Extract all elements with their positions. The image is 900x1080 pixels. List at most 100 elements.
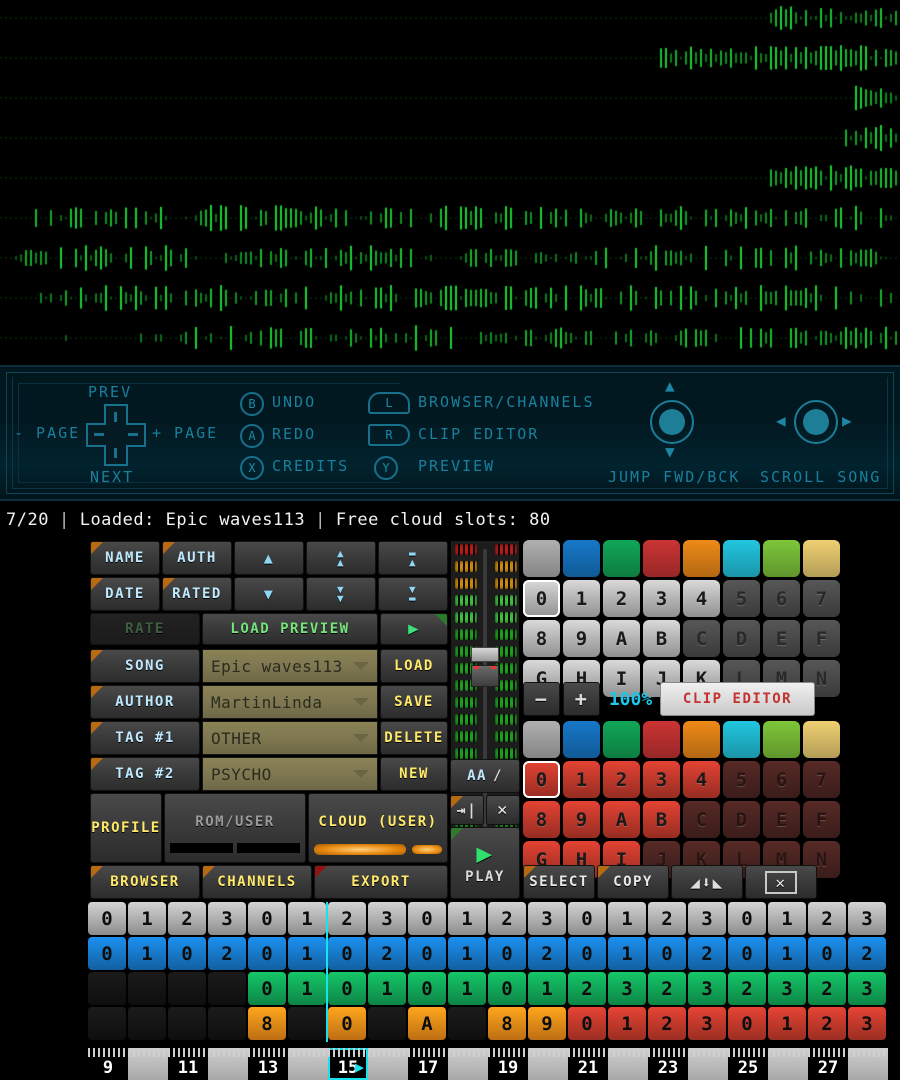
- seq-cell[interactable]: [168, 1007, 206, 1040]
- seq-cell[interactable]: 2: [648, 972, 686, 1005]
- sort-name-button[interactable]: NAME: [90, 541, 160, 575]
- seq-cell[interactable]: 0: [408, 937, 446, 970]
- chevron-down-icon[interactable]: [353, 662, 369, 670]
- seq-cell[interactable]: 1: [288, 972, 326, 1005]
- seq-cell[interactable]: 0: [328, 972, 366, 1005]
- seq-cell[interactable]: 2: [528, 937, 566, 970]
- seq-cell[interactable]: 0: [248, 902, 286, 935]
- pad-color-row[interactable]: [523, 721, 840, 758]
- scroll-down-button[interactable]: ▼: [234, 577, 304, 611]
- author-label-button[interactable]: AUTHOR: [90, 685, 200, 719]
- seq-cell[interactable]: 0: [88, 937, 126, 970]
- seq-cell[interactable]: 0: [648, 937, 686, 970]
- profile-button[interactable]: PROFILE: [90, 793, 162, 863]
- upper-pad-E[interactable]: E: [763, 620, 800, 657]
- pad-color-7[interactable]: [803, 721, 840, 758]
- seq-cell[interactable]: 3: [528, 902, 566, 935]
- seq-cell[interactable]: A: [408, 1007, 446, 1040]
- lower-pad-4[interactable]: 4: [683, 761, 720, 798]
- clear-step-button[interactable]: ✕: [486, 795, 520, 825]
- seq-cell[interactable]: [128, 1007, 166, 1040]
- seq-cell[interactable]: 0: [408, 902, 446, 935]
- button-y-icon[interactable]: Y: [374, 456, 398, 480]
- master-fader-knob[interactable]: [471, 647, 499, 699]
- chevron-down-icon[interactable]: [353, 734, 369, 742]
- pad-color-2[interactable]: [603, 540, 640, 577]
- seq-cell[interactable]: 1: [448, 972, 486, 1005]
- zoom-out-button[interactable]: −: [523, 682, 560, 716]
- paste-button[interactable]: ◢⬇◣: [671, 865, 743, 899]
- button-b-icon[interactable]: B: [240, 392, 264, 416]
- seq-cell[interactable]: 1: [368, 972, 406, 1005]
- preview-play-button[interactable]: ▶: [380, 613, 448, 645]
- seq-cell[interactable]: 0: [328, 1007, 366, 1040]
- seq-cell[interactable]: 1: [128, 902, 166, 935]
- step-into-button[interactable]: ⇥|: [450, 795, 484, 825]
- pad-color-0[interactable]: [523, 721, 560, 758]
- upper-pad-D[interactable]: D: [723, 620, 760, 657]
- lower-pad-7[interactable]: 7: [803, 761, 840, 798]
- seq-cell[interactable]: 0: [568, 1007, 606, 1040]
- lower-row-0[interactable]: 01234567: [523, 761, 840, 798]
- timeline-mark[interactable]: 25: [728, 1048, 768, 1080]
- lower-pad-1[interactable]: 1: [563, 761, 600, 798]
- save-button[interactable]: SAVE: [380, 685, 448, 719]
- tag1-label-button[interactable]: TAG #1: [90, 721, 200, 755]
- scroll-up-button[interactable]: ▲: [234, 541, 304, 575]
- seq-cell[interactable]: 2: [648, 902, 686, 935]
- delete-clip-button[interactable]: ✕: [745, 865, 817, 899]
- upper-pad-A[interactable]: A: [603, 620, 640, 657]
- upper-pad-4[interactable]: 4: [683, 580, 720, 617]
- seq-cell[interactable]: 2: [168, 902, 206, 935]
- right-stick-icon[interactable]: [794, 400, 838, 444]
- seq-cell[interactable]: 0: [88, 902, 126, 935]
- lower-pad-6[interactable]: 6: [763, 761, 800, 798]
- seq-cell[interactable]: 3: [848, 902, 886, 935]
- sort-rated-button[interactable]: RATED: [162, 577, 232, 611]
- scroll-page-up-button[interactable]: ▲▲: [306, 541, 376, 575]
- row-green[interactable]: 0101010123232323: [88, 972, 886, 1005]
- seq-cell[interactable]: 3: [848, 1007, 886, 1040]
- seq-cell[interactable]: [128, 972, 166, 1005]
- pad-color-7[interactable]: [803, 540, 840, 577]
- copy-button[interactable]: COPY: [597, 865, 669, 899]
- song-name-field[interactable]: Epic waves113: [202, 649, 378, 683]
- seq-cell[interactable]: 2: [368, 937, 406, 970]
- timeline-mark[interactable]: 19: [488, 1048, 528, 1080]
- lower-pad-A[interactable]: A: [603, 801, 640, 838]
- lower-pad-E[interactable]: E: [763, 801, 800, 838]
- sort-date-button[interactable]: DATE: [90, 577, 160, 611]
- zoom-in-button[interactable]: +: [563, 682, 600, 716]
- seq-cell[interactable]: 0: [488, 937, 526, 970]
- tab-browser[interactable]: BROWSER: [90, 865, 200, 899]
- tag1-field[interactable]: OTHER: [202, 721, 378, 755]
- seq-cell[interactable]: [88, 972, 126, 1005]
- tab-channels[interactable]: CHANNELS: [202, 865, 312, 899]
- upper-pad-3[interactable]: 3: [643, 580, 680, 617]
- seq-cell[interactable]: 1: [608, 937, 646, 970]
- row-blue[interactable]: 01020102010201020102: [88, 937, 886, 970]
- seq-cell[interactable]: 3: [848, 972, 886, 1005]
- pad-color-1[interactable]: [563, 540, 600, 577]
- button-l-icon[interactable]: L: [368, 392, 410, 414]
- lower-pad-0[interactable]: 0: [523, 761, 560, 798]
- seq-cell[interactable]: 1: [768, 1007, 806, 1040]
- seq-cell[interactable]: 0: [168, 937, 206, 970]
- upper-pad-B[interactable]: B: [643, 620, 680, 657]
- seq-cell[interactable]: 0: [808, 937, 846, 970]
- pad-color-2[interactable]: [603, 721, 640, 758]
- select-button[interactable]: SELECT: [523, 865, 595, 899]
- lower-pad-D[interactable]: D: [723, 801, 760, 838]
- seq-cell[interactable]: 3: [688, 1007, 726, 1040]
- aa-button[interactable]: AA /: [450, 759, 520, 793]
- pad-color-row[interactable]: [523, 540, 840, 577]
- timeline-mark[interactable]: 15▶: [328, 1048, 368, 1080]
- upper-pad-1[interactable]: 1: [563, 580, 600, 617]
- seq-cell[interactable]: 1: [288, 902, 326, 935]
- seq-cell[interactable]: 2: [728, 972, 766, 1005]
- song-label-button[interactable]: SONG: [90, 649, 200, 683]
- timeline-mark[interactable]: 11: [168, 1048, 208, 1080]
- pad-color-3[interactable]: [643, 540, 680, 577]
- seq-cell[interactable]: 0: [248, 937, 286, 970]
- scroll-page-down-button[interactable]: ▼▼: [306, 577, 376, 611]
